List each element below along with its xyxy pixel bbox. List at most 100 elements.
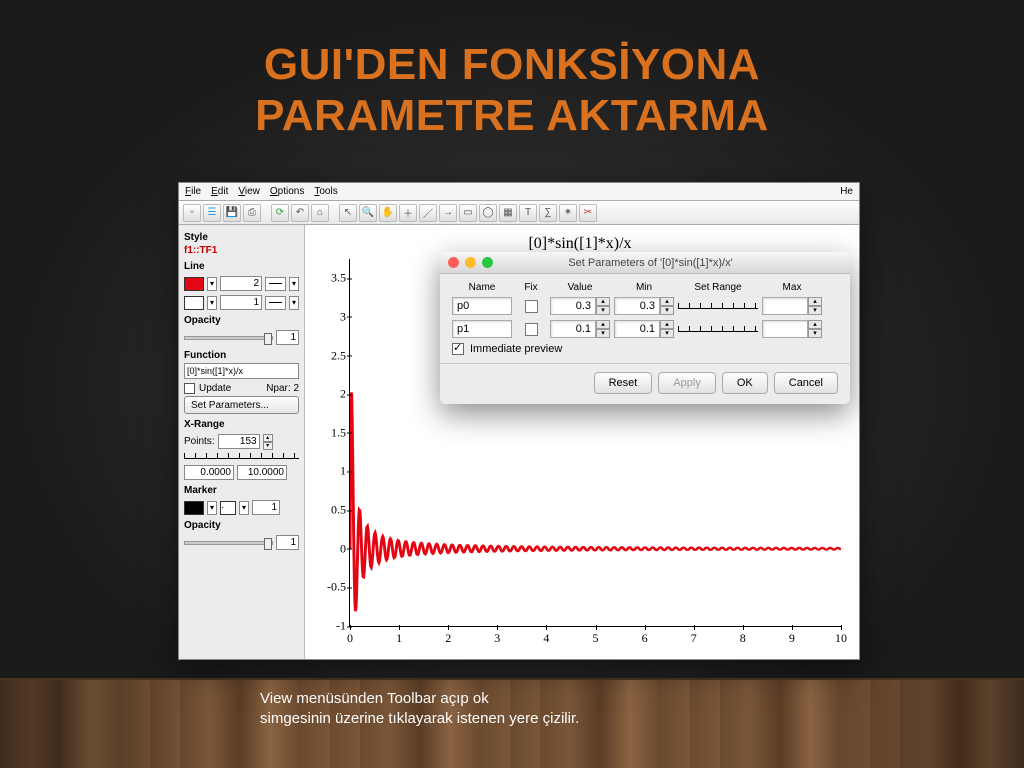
- menu-help[interactable]: He: [840, 186, 853, 197]
- tool-crosshair-icon[interactable]: ＋: [399, 204, 417, 222]
- tool-hand-icon[interactable]: ✋: [379, 204, 397, 222]
- tool-cut-icon[interactable]: ✂: [579, 204, 597, 222]
- marker-opacity-value[interactable]: 1: [276, 535, 299, 550]
- ok-button[interactable]: OK: [722, 372, 768, 394]
- tool-new-icon[interactable]: ▫: [183, 204, 201, 222]
- caption-line2: simgesinin üzerine tıklayarak istenen ye…: [260, 710, 579, 727]
- p1-max-stepper[interactable]: ▴▾: [762, 320, 822, 338]
- xtick: 1: [396, 631, 402, 646]
- marker-style-swatch[interactable]: ·: [220, 501, 236, 515]
- line-label: Line: [184, 261, 299, 272]
- p0-name[interactable]: p0: [452, 297, 512, 315]
- fill-style-caret-icon[interactable]: ▾: [289, 296, 299, 310]
- function-input[interactable]: [0]*sin([1]*x)/x: [184, 363, 299, 379]
- points-stepper[interactable]: ▴▾: [263, 434, 273, 449]
- function-label: Function: [184, 350, 299, 361]
- marker-size-input[interactable]: 1: [252, 500, 280, 515]
- line-width-input[interactable]: 2: [220, 276, 262, 291]
- marker-opacity-label: Opacity: [184, 520, 299, 531]
- object-name: f1::TF1: [184, 245, 299, 256]
- line-color-swatch[interactable]: [184, 277, 204, 291]
- set-parameters-button[interactable]: Set Parameters...: [184, 396, 299, 414]
- param-row-p0: p0 0.3▴▾ 0.3▴▾ ▴▾: [452, 297, 838, 315]
- tool-marker-icon[interactable]: ✶: [559, 204, 577, 222]
- p1-value-stepper[interactable]: 0.1▴▾: [550, 320, 610, 338]
- p1-range-slider[interactable]: [678, 326, 758, 332]
- cancel-button[interactable]: Cancel: [774, 372, 838, 394]
- sidebar: Style f1::TF1 Line ▾ 2 ▾ ▾ 1 ▾ Opacity: [179, 225, 305, 659]
- line-width2-input[interactable]: 1: [220, 295, 262, 310]
- opacity-value[interactable]: 1: [276, 330, 299, 345]
- ytick: 1.5: [316, 425, 346, 440]
- xmin-input[interactable]: 0.0000: [184, 465, 234, 480]
- xrange-label: X-Range: [184, 419, 299, 430]
- apply-button[interactable]: Apply: [658, 372, 716, 394]
- caption-line1: View menüsünden Toolbar açıp ok: [260, 690, 489, 707]
- menu-file[interactable]: FFileile: [185, 186, 201, 197]
- p1-min-stepper[interactable]: 0.1▴▾: [614, 320, 674, 338]
- fill-style-select[interactable]: [265, 296, 286, 310]
- ytick: 1: [316, 464, 346, 479]
- xtick: 6: [642, 631, 648, 646]
- tool-line-icon[interactable]: ／: [419, 204, 437, 222]
- marker-opacity-slider[interactable]: [184, 541, 273, 545]
- tool-print-icon[interactable]: ⎙: [243, 204, 261, 222]
- immediate-preview-checkbox[interactable]: Immediate preview: [452, 343, 838, 355]
- update-checkbox[interactable]: Update: [184, 383, 231, 394]
- line-style-select[interactable]: [265, 277, 286, 291]
- slide-title: GUI'DEN FONKSİYONA PARAMETRE AKTARMA: [0, 40, 1024, 141]
- line-color-caret-icon[interactable]: ▾: [207, 277, 217, 291]
- tool-open-icon[interactable]: ☰: [203, 204, 221, 222]
- p0-range-slider[interactable]: [678, 303, 758, 309]
- plot-title: [0]*sin([1]*x)/x: [313, 235, 847, 253]
- p1-fix-checkbox[interactable]: [525, 323, 538, 336]
- line-style-caret-icon[interactable]: ▾: [289, 277, 299, 291]
- menu-view[interactable]: View: [238, 186, 260, 197]
- check-icon: [452, 343, 464, 355]
- marker-style-caret-icon[interactable]: ▾: [239, 501, 249, 515]
- tool-pointer-icon[interactable]: ↖: [339, 204, 357, 222]
- xtick: 2: [445, 631, 451, 646]
- tool-home-icon[interactable]: ⌂: [311, 204, 329, 222]
- tool-rect-icon[interactable]: ▭: [459, 204, 477, 222]
- marker-color-swatch[interactable]: [184, 501, 204, 515]
- points-input[interactable]: 153: [218, 434, 260, 449]
- fill-color-caret-icon[interactable]: ▾: [207, 296, 217, 310]
- tool-undo-icon[interactable]: ↶: [291, 204, 309, 222]
- npar-display: Npar: 2: [266, 383, 299, 394]
- slide-title-line2: PARAMETRE AKTARMA: [255, 91, 769, 140]
- xtick: 4: [543, 631, 549, 646]
- menu-options[interactable]: Options: [270, 186, 304, 197]
- p0-value-stepper[interactable]: 0.3▴▾: [550, 297, 610, 315]
- xtick: 8: [740, 631, 746, 646]
- tool-refresh-icon[interactable]: ⟳: [271, 204, 289, 222]
- ytick: 3.5: [316, 271, 346, 286]
- p0-fix-checkbox[interactable]: [525, 300, 538, 313]
- param-header: Name Fix Value Min Set Range Max: [452, 282, 838, 293]
- tool-arrow-icon[interactable]: →: [439, 204, 457, 222]
- xmax-input[interactable]: 10.0000: [237, 465, 287, 480]
- style-label: Style: [184, 232, 299, 243]
- menu-edit[interactable]: Edit: [211, 186, 228, 197]
- opacity-slider[interactable]: [184, 336, 273, 340]
- reset-button[interactable]: Reset: [594, 372, 653, 394]
- tool-text-icon[interactable]: T: [519, 204, 537, 222]
- p0-min-stepper[interactable]: 0.3▴▾: [614, 297, 674, 315]
- p0-max-stepper[interactable]: ▴▾: [762, 297, 822, 315]
- set-parameters-dialog: Set Parameters of '[0]*sin([1]*x)/x' Nam…: [440, 252, 850, 404]
- menu-tools[interactable]: Tools: [314, 186, 337, 197]
- ytick: 2.5: [316, 348, 346, 363]
- p1-name[interactable]: p1: [452, 320, 512, 338]
- ytick: 2: [316, 387, 346, 402]
- tool-save-icon[interactable]: 💾: [223, 204, 241, 222]
- fill-color-swatch[interactable]: [184, 296, 204, 310]
- dialog-titlebar[interactable]: Set Parameters of '[0]*sin([1]*x)/x': [440, 252, 850, 274]
- tool-latex-icon[interactable]: ∑: [539, 204, 557, 222]
- tool-ellipse-icon[interactable]: ◯: [479, 204, 497, 222]
- xrange-slider[interactable]: [184, 453, 299, 459]
- xtick: 5: [593, 631, 599, 646]
- close-icon[interactable]: [448, 257, 459, 268]
- tool-pad-icon[interactable]: ▦: [499, 204, 517, 222]
- tool-zoom-icon[interactable]: 🔍: [359, 204, 377, 222]
- marker-color-caret-icon[interactable]: ▾: [207, 501, 217, 515]
